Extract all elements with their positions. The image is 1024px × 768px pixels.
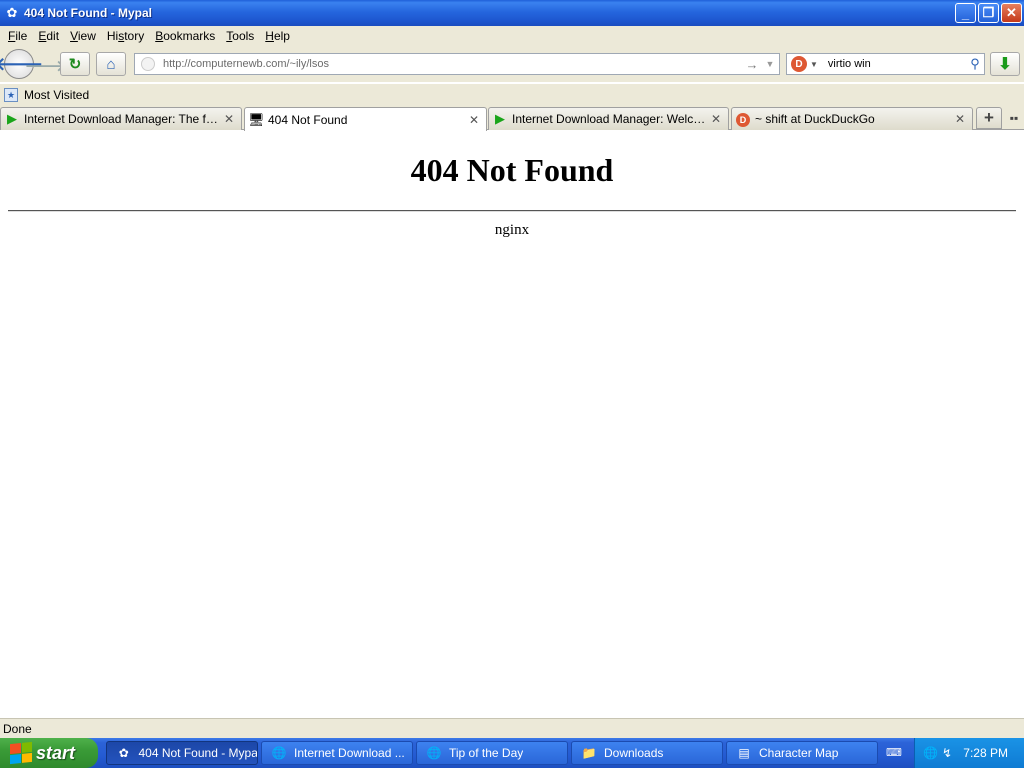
- site-identity-icon[interactable]: [141, 57, 155, 71]
- taskbar-item-tip-of-the-day[interactable]: 🌐 Tip of the Day: [416, 741, 568, 765]
- most-visited-bookmark[interactable]: Most Visited: [24, 88, 89, 102]
- menu-bar: File Edit View History Bookmarks Tools H…: [0, 26, 1024, 46]
- go-arrow-icon[interactable]: →: [743, 57, 761, 72]
- forward-button[interactable]: 🡒: [25, 55, 65, 75]
- navigation-toolbar: 🡐 🡒 ↻ ⌂ http://computernewb.com/~ily/lso…: [0, 46, 1024, 82]
- window-title: 404 Not Found - Mypal: [24, 6, 153, 20]
- tab-label: Internet Download Manager: Welcome t...: [512, 112, 708, 126]
- divider: [8, 210, 1016, 212]
- page-heading: 404 Not Found: [410, 152, 614, 188]
- tab-close-icon[interactable]: ✕: [952, 112, 968, 126]
- duckduckgo-icon: D: [736, 113, 750, 127]
- taskbar-item-mypal[interactable]: ✿ 404 Not Found - Mypal: [106, 741, 258, 765]
- tab-strip: ▶ Internet Download Manager: The fastest…: [0, 106, 1024, 131]
- tab-close-icon[interactable]: ✕: [466, 113, 482, 127]
- status-text: Done: [3, 721, 32, 736]
- page-icon: 🖥: [248, 111, 265, 127]
- search-input[interactable]: virtio win: [828, 58, 966, 70]
- title-bar: ✿ 404 Not Found - Mypal _ ❐ ✕: [0, 0, 1024, 26]
- menu-bookmarks[interactable]: Bookmarks: [151, 29, 222, 43]
- menu-history[interactable]: History: [103, 29, 151, 43]
- start-button[interactable]: start: [0, 738, 98, 768]
- system-tray: 🌐 ↯ 7:28 PM: [914, 738, 1024, 768]
- tab-label: ~ shift at DuckDuckGo: [755, 112, 875, 126]
- tab-idm-welcome[interactable]: ▶ Internet Download Manager: Welcome t..…: [488, 107, 729, 130]
- taskbar-item-downloads[interactable]: 📁 Downloads: [571, 741, 723, 765]
- home-icon: ⌂: [106, 55, 116, 73]
- tab-idm-fastest[interactable]: ▶ Internet Download Manager: The fastest…: [0, 107, 242, 130]
- character-map-icon: ▤: [738, 746, 750, 760]
- window-controls: _ ❐ ✕: [955, 3, 1022, 23]
- tab-label: Internet Download Manager: The fastest..…: [24, 112, 221, 126]
- windows-logo-icon: [10, 741, 32, 765]
- idm-icon: 🌐: [271, 746, 287, 760]
- keyboard-icon[interactable]: ⌨: [886, 746, 902, 760]
- search-bar[interactable]: D ▼ virtio win ⚲: [786, 53, 985, 75]
- url-input[interactable]: http://computernewb.com/~ily/lsos: [163, 58, 743, 70]
- menu-edit[interactable]: Edit: [34, 29, 66, 43]
- status-bar: Done: [0, 718, 1024, 738]
- play-icon: ▶: [495, 111, 505, 126]
- clock[interactable]: 7:28 PM: [963, 746, 1008, 760]
- tab-close-icon[interactable]: ✕: [708, 112, 724, 126]
- menu-tools[interactable]: Tools: [222, 29, 261, 43]
- url-history-dropdown-icon[interactable]: ▼: [761, 59, 779, 69]
- plus-icon: +: [984, 108, 994, 127]
- reload-icon: ↻: [68, 56, 82, 73]
- duckduckgo-engine-icon[interactable]: D: [791, 56, 807, 72]
- idm-icon: 🌐: [426, 746, 442, 760]
- new-tab-button[interactable]: +: [976, 107, 1002, 129]
- taskbar-item-character-map[interactable]: ▤ Character Map: [726, 741, 878, 765]
- bookmarks-toolbar: ★ Most Visited: [0, 84, 1024, 106]
- close-button[interactable]: ✕: [1001, 3, 1022, 23]
- folder-icon: 📁: [581, 746, 597, 760]
- downloads-button[interactable]: ⬇: [990, 52, 1020, 76]
- idm-tray-icon[interactable]: ↯: [942, 746, 952, 760]
- menu-view[interactable]: View: [66, 29, 103, 43]
- task-label: Character Map: [759, 746, 839, 760]
- download-arrow-icon: ⬇: [998, 56, 1012, 73]
- server-name: nginx: [494, 222, 530, 238]
- mypal-icon: ✿: [118, 746, 129, 760]
- menu-file[interactable]: File: [4, 29, 34, 43]
- tab-duckduckgo[interactable]: D ~ shift at DuckDuckGo ✕: [731, 107, 973, 130]
- minimize-button[interactable]: _: [955, 3, 976, 23]
- task-label: Internet Download ...: [294, 746, 405, 760]
- home-button[interactable]: ⌂: [96, 52, 126, 76]
- tab-close-icon[interactable]: ✕: [221, 112, 237, 126]
- tab-404-not-found[interactable]: 🖥 404 Not Found ✕: [244, 107, 487, 131]
- task-label: Downloads: [604, 746, 664, 760]
- page-content: 404 Not Found nginx: [0, 131, 1024, 718]
- task-label: 404 Not Found - Mypal: [138, 746, 257, 760]
- reload-button[interactable]: ↻: [60, 52, 90, 76]
- menu-help[interactable]: Help: [261, 29, 297, 43]
- list-all-tabs-icon[interactable]: ▪▪: [1006, 111, 1022, 127]
- task-label: Tip of the Day: [449, 746, 524, 760]
- most-visited-icon: ★: [4, 88, 18, 102]
- search-icon[interactable]: ⚲: [966, 56, 984, 72]
- taskbar-item-idm[interactable]: 🌐 Internet Download ...: [261, 741, 413, 765]
- taskbar: start ✿ 404 Not Found - Mypal 🌐 Internet…: [0, 738, 1024, 768]
- play-icon: ▶: [7, 111, 17, 126]
- network-icon[interactable]: 🌐: [923, 746, 938, 760]
- restore-button[interactable]: ❐: [978, 3, 999, 23]
- url-bar[interactable]: http://computernewb.com/~ily/lsos → ▼: [134, 53, 780, 75]
- mypal-app-icon[interactable]: ✿: [4, 5, 20, 21]
- engine-dropdown-icon[interactable]: ▼: [810, 60, 818, 69]
- tab-label: 404 Not Found: [268, 112, 348, 127]
- start-label: start: [36, 742, 76, 763]
